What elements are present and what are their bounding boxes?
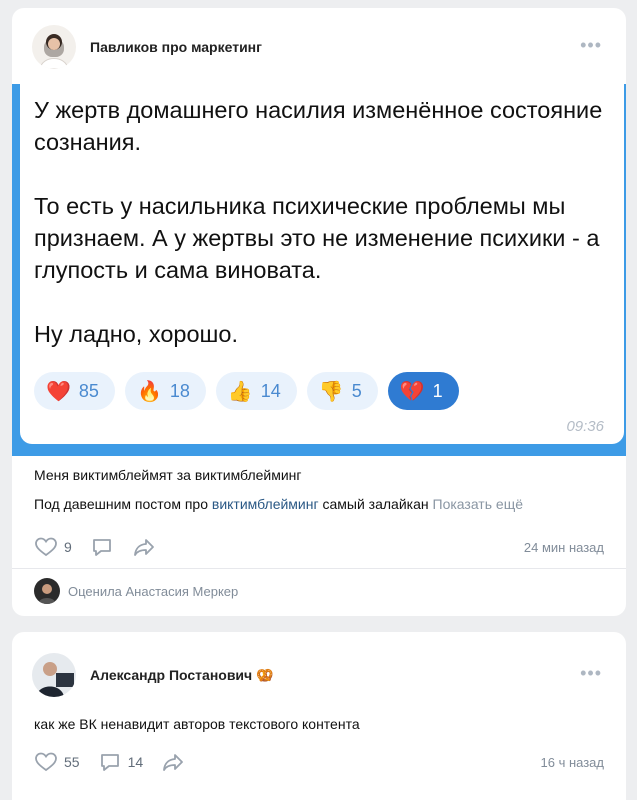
quote-paragraph: У жертв домашнего насилия изменённое сос… (34, 97, 603, 155)
message-time: 09:36 (566, 418, 604, 435)
reaction-heart: ❤️ 85 (34, 372, 115, 410)
comment-button[interactable] (90, 535, 114, 559)
like-count: 55 (64, 754, 80, 770)
quote-text: У жертв домашнего насилия изменённое сос… (34, 94, 614, 382)
thumbs-up-icon: 👍 (227, 380, 253, 403)
comment-count: 14 (127, 754, 144, 770)
like-button[interactable]: 9 (34, 535, 72, 559)
comment-button[interactable]: 14 (98, 750, 144, 774)
liked-by-text: Оценила Анастасия Меркер (68, 583, 239, 599)
post-text: Под давешним постом про виктимблейминг с… (34, 496, 614, 512)
share-icon (133, 539, 154, 556)
quote-paragraph: То есть у насильника психические проблем… (34, 193, 600, 283)
reaction-count: 5 (351, 380, 362, 401)
author-name[interactable]: Павликов про маркетинг (90, 39, 262, 55)
post-title: Меня виктимблеймят за виктимблейминг (34, 467, 302, 483)
reaction-count: 1 (432, 380, 443, 401)
heart-outline-icon (35, 537, 57, 557)
like-button[interactable]: 55 (34, 750, 80, 774)
reactions-row: ❤️ 85 🔥 18 👍 14 👎 5 💔 1 (34, 372, 459, 410)
avatar (34, 578, 60, 604)
post-header: Павликов про маркетинг ••• (32, 24, 606, 70)
quote-paragraph: Ну ладно, хорошо. (34, 321, 238, 347)
share-icon (163, 754, 184, 771)
news-feed: Павликов про маркетинг ••• У жертв домаш… (0, 0, 637, 800)
divider (12, 568, 626, 569)
message-bubble: У жертв домашнего насилия изменённое сос… (20, 84, 624, 444)
show-more-link[interactable]: Показать ещё (433, 496, 524, 512)
liked-by-row[interactable]: Оценила Анастасия Меркер (34, 578, 238, 604)
author-name[interactable]: Александр Постанович (90, 667, 252, 683)
badge-icon: 🥨 (256, 666, 274, 683)
heart-outline-icon (35, 752, 57, 772)
reaction-thumbs-down: 👎 5 (306, 372, 378, 410)
more-options-icon[interactable]: ••• (580, 664, 602, 682)
post-time[interactable]: 16 ч назад (541, 755, 605, 770)
post-actions: 9 24 мин назад (34, 535, 604, 559)
reaction-broken-heart: 💔 1 (387, 372, 459, 410)
comment-icon (92, 539, 111, 556)
reaction-count: 18 (169, 380, 190, 401)
like-count: 9 (64, 539, 72, 555)
reaction-count: 14 (260, 380, 281, 401)
reaction-count: 85 (78, 380, 99, 401)
embedded-screenshot[interactable]: У жертв домашнего насилия изменённое сос… (12, 84, 626, 456)
post-card: Александр Постанович 🥨 ••• как же ВК нен… (12, 632, 626, 800)
broken-heart-icon: 💔 (399, 380, 425, 403)
reaction-fire: 🔥 18 (124, 372, 206, 410)
fire-icon: 🔥 (136, 380, 162, 403)
comment-icon (100, 754, 119, 771)
avatar[interactable] (32, 653, 76, 697)
thumbs-down-icon: 👎 (318, 380, 344, 403)
avatar[interactable] (32, 25, 76, 69)
reaction-thumbs-up: 👍 14 (215, 372, 297, 410)
post-actions: 55 14 16 ч назад (34, 750, 604, 774)
post-text-rest: самый залайкан (318, 496, 429, 512)
post-card: Павликов про маркетинг ••• У жертв домаш… (12, 8, 626, 616)
post-header: Александр Постанович 🥨 ••• (32, 652, 606, 698)
share-button[interactable] (161, 750, 185, 774)
post-time[interactable]: 24 мин назад (524, 540, 604, 555)
post-text: как же ВК ненавидит авторов текстового к… (34, 716, 360, 732)
more-options-icon[interactable]: ••• (580, 36, 602, 54)
red-heart-icon: ❤️ (46, 380, 71, 403)
hashtag-link[interactable]: виктимблейминг (212, 496, 319, 512)
post-text-start: Под давешним постом про (34, 496, 212, 512)
share-button[interactable] (132, 535, 156, 559)
